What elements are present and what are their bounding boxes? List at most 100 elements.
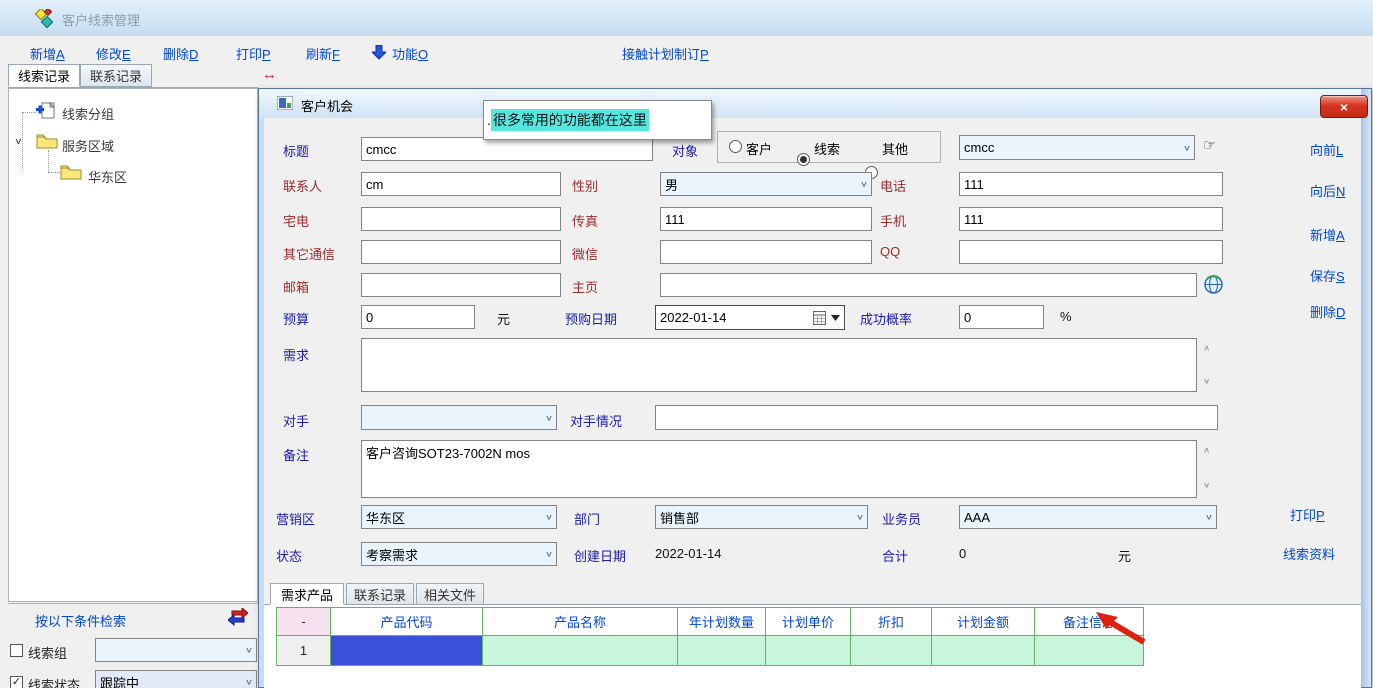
grid-header-plan-price: 计划单价	[766, 608, 851, 636]
search-title: 按以下条件检索	[35, 611, 126, 630]
radio-lead[interactable]	[797, 153, 810, 166]
department-label: 部门	[574, 509, 600, 528]
action-next[interactable]: 向后N	[1310, 181, 1345, 200]
action-previous[interactable]: 向前L	[1310, 140, 1343, 159]
function-down-arrow-icon	[372, 45, 386, 60]
homepage-input[interactable]	[660, 273, 1197, 297]
demand-scroll-up-icon[interactable]: ∧	[1203, 344, 1210, 353]
home-phone-input[interactable]	[361, 207, 561, 231]
department-combo[interactable]: 销售部∨	[655, 505, 868, 529]
tab-lead-records[interactable]: 线索记录	[8, 64, 80, 87]
hand-pointer-icon[interactable]: ☞	[1203, 136, 1216, 154]
qq-input[interactable]	[959, 240, 1223, 264]
dialog-titlebar	[259, 89, 1371, 118]
total-unit: 元	[1118, 546, 1131, 565]
success-rate-input[interactable]: 0	[959, 305, 1044, 329]
home-phone-label: 宅电	[283, 211, 309, 230]
demand-textarea[interactable]	[361, 338, 1197, 392]
tab-contact-log[interactable]: 联系记录	[346, 583, 414, 605]
globe-icon[interactable]	[1204, 275, 1223, 294]
toolbar-item-function[interactable]: 功能O	[392, 44, 428, 63]
other-contact-input[interactable]	[361, 240, 561, 264]
toolbar-item-delete[interactable]: 删除D	[163, 44, 198, 63]
product-grid: - 产品代码 产品名称 年计划数量 计划单价 折扣 计划金额 备注信息 1	[276, 607, 1144, 666]
mobile-input[interactable]: 111	[959, 207, 1223, 231]
lead-group-combo[interactable]: ∨	[95, 638, 257, 662]
date-dropdown-icon[interactable]	[831, 315, 840, 321]
phone-label: 电话	[880, 176, 906, 195]
tab-contact-records[interactable]: 联系记录	[80, 64, 152, 87]
action-lead-info[interactable]: 线索资料	[1283, 544, 1335, 563]
lead-group-checkbox[interactable]	[10, 644, 23, 657]
tree-guide-line	[48, 172, 60, 174]
grid-cell-product-name[interactable]	[483, 636, 678, 666]
toolbar-item-edit[interactable]: 修改E	[96, 44, 131, 63]
toolbar-item-refresh[interactable]: 刷新F	[306, 44, 340, 63]
demand-scroll-down-icon[interactable]: ∨	[1203, 377, 1210, 386]
purchase-date-label: 预购日期	[565, 309, 617, 328]
contact-label: 联系人	[283, 176, 322, 195]
lead-status-label: 线索状态	[28, 675, 80, 688]
tree-guide-line	[22, 112, 36, 114]
phone-input[interactable]: 111	[959, 172, 1223, 196]
lead-group-label: 线索组	[28, 643, 67, 662]
success-rate-unit: %	[1060, 309, 1072, 324]
grid-header-selector: -	[277, 608, 331, 636]
other-contact-label: 其它通信	[283, 244, 335, 263]
rival-combo[interactable]: ∨	[361, 405, 557, 430]
close-icon: ×	[1340, 99, 1348, 115]
lead-status-checkbox[interactable]: ✓	[10, 676, 23, 688]
tab-demand-products[interactable]: 需求产品	[270, 583, 344, 605]
tree-guide-line	[48, 150, 50, 172]
status-label: 状态	[276, 546, 302, 565]
total-label: 合计	[882, 546, 908, 565]
target-ref-combo[interactable]: cmcc∨	[959, 135, 1195, 160]
lead-status-combo[interactable]: 跟踪中∨	[95, 670, 257, 688]
red-annotation-arrow-icon	[1096, 610, 1148, 646]
email-input[interactable]	[361, 273, 561, 297]
purchase-date-input[interactable]: 2022-01-14	[655, 305, 845, 330]
remark-textarea[interactable]: 客户咨询SOT23-7002N mos	[361, 440, 1197, 498]
action-add[interactable]: 新增A	[1310, 225, 1345, 244]
calendar-icon[interactable]	[813, 310, 826, 325]
action-print[interactable]: 打印P	[1290, 505, 1325, 524]
region-label: 营销区	[276, 509, 315, 528]
grid-cell-discount[interactable]	[851, 636, 932, 666]
region-combo[interactable]: 华东区∨	[361, 505, 557, 529]
action-save[interactable]: 保存S	[1310, 266, 1345, 285]
grid-cell-plan-amount[interactable]	[932, 636, 1035, 666]
tree-item-east-china[interactable]: 华东区	[88, 167, 127, 186]
tree-item-lead-group[interactable]: 线索分组	[62, 104, 114, 123]
close-button[interactable]: ×	[1320, 95, 1368, 118]
homepage-label: 主页	[572, 277, 598, 296]
toolbar-item-new[interactable]: 新增A	[30, 44, 65, 63]
grid-cell-product-code[interactable]	[331, 636, 483, 666]
radio-customer[interactable]	[729, 140, 742, 153]
splitter-resize-icon[interactable]: ↔	[262, 66, 277, 83]
tab-related-files[interactable]: 相关文件	[416, 583, 484, 605]
tree-item-service-region[interactable]: 服务区域	[62, 136, 114, 155]
swap-arrows-icon[interactable]	[228, 608, 248, 626]
grid-cell-annual-qty[interactable]	[678, 636, 766, 666]
window-titlebar	[0, 0, 1373, 37]
gender-combo[interactable]: 男∨	[660, 172, 872, 196]
contact-input[interactable]: cm	[361, 172, 561, 196]
fax-input[interactable]: 111	[660, 207, 872, 231]
status-combo[interactable]: 考察需求∨	[361, 542, 557, 566]
grid-cell-plan-price[interactable]	[766, 636, 851, 666]
tree-expander-icon[interactable]: ∨	[14, 136, 23, 147]
doc-plus-icon	[36, 102, 56, 120]
lead-tree-panel	[8, 88, 258, 602]
dialog-left-border	[259, 118, 264, 687]
action-delete[interactable]: 删除D	[1310, 302, 1345, 321]
screen: 客户线索管理 新增A 修改E 删除D 打印P 刷新F 功能O 接触计划制订P 线…	[0, 0, 1373, 688]
remark-scroll-up-icon[interactable]: ∧	[1203, 446, 1210, 455]
budget-input[interactable]: 0	[361, 305, 475, 329]
remark-scroll-down-icon[interactable]: ∨	[1203, 481, 1210, 490]
wechat-input[interactable]	[660, 240, 872, 264]
rival-info-input[interactable]	[655, 405, 1218, 430]
toolbar-item-print[interactable]: 打印P	[236, 44, 271, 63]
title-input[interactable]: cmcc	[361, 137, 653, 161]
salesman-combo[interactable]: AAA∨	[959, 505, 1217, 529]
toolbar-item-contact-plan[interactable]: 接触计划制订P	[622, 44, 709, 63]
